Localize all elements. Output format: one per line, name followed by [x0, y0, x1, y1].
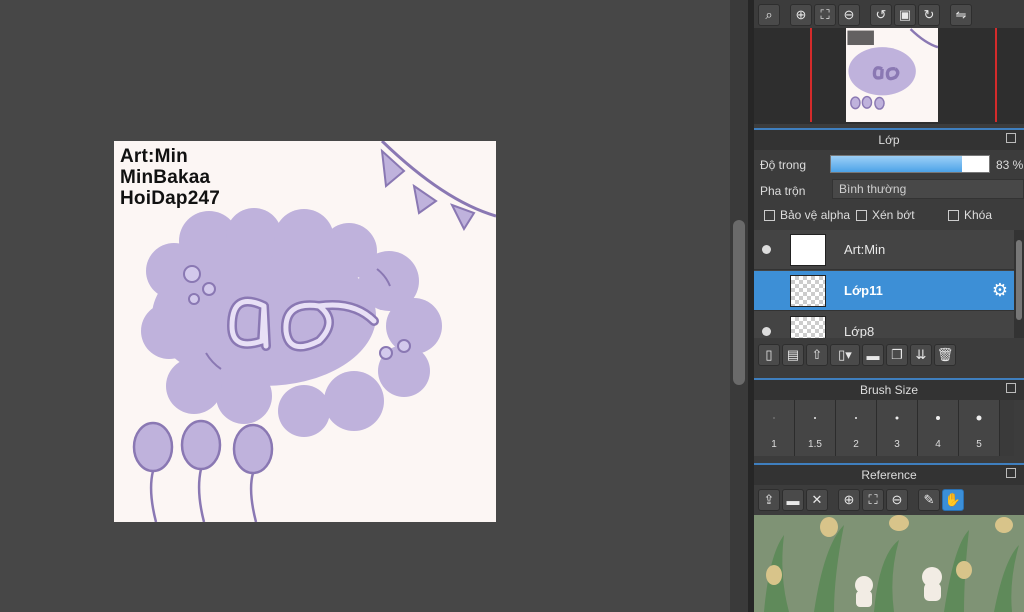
scrollbar-thumb[interactable] [1016, 240, 1022, 320]
reference-panel-title: Reference [861, 468, 917, 482]
layer-thumbnail [790, 275, 826, 307]
eyedropper-icon[interactable]: ✎ [918, 489, 940, 511]
layer-item-selected[interactable]: Lớp11 ⚙ [754, 271, 1014, 311]
layer-panel-title: Lớp [878, 133, 900, 147]
zoom-in-icon[interactable]: ⊕ [838, 489, 860, 511]
art-credit-line-1: Art:Min [120, 146, 188, 167]
visibility-icon[interactable] [762, 245, 771, 254]
checkbox-label: Xén bớt [872, 208, 915, 222]
right-panel: ⌕ ⊕ ⛶ ⊖ ↺ ▣ ↻ ⇋ Lớp Độ trong 83 % Pha tr [754, 0, 1024, 612]
brush-size-label: 3 [894, 439, 900, 450]
checkbox-label: Bảo vệ alpha [780, 208, 851, 222]
brush-size-cell[interactable]: 1.5 [795, 400, 836, 456]
brush-size-cell[interactable]: 4 [918, 400, 959, 456]
zoom-out-icon[interactable]: ⊖ [886, 489, 908, 511]
rotate-right-icon[interactable]: ↻ [918, 4, 940, 26]
layer-toolbar: ▯ ▤ ⇧ ▯▾ ▬ ❐ ⇊ 🗑 [754, 342, 1024, 368]
brush-size-label: 1.5 [808, 439, 822, 450]
layer-name: Lớp11 [844, 283, 883, 298]
gear-icon[interactable]: ⚙ [992, 280, 1008, 301]
blend-mode-select[interactable]: Bình thường [832, 179, 1024, 199]
zoom-fit-icon[interactable]: ⌕ [758, 4, 780, 26]
navigator-preview[interactable] [754, 28, 1024, 124]
reference-toolbar: ⇪ ▬ ✕ ⊕ ⛶ ⊖ ✎ ✋ [754, 487, 1024, 513]
new-layer-icon[interactable]: ▯ [758, 344, 780, 366]
close-icon[interactable]: ✕ [806, 489, 828, 511]
merge-layer-icon[interactable]: ⇊ [910, 344, 932, 366]
zoom-in-icon[interactable]: ⊕ [790, 4, 812, 26]
brush-size-label: 4 [935, 439, 941, 450]
art-credit-line-3: HoiDap247 [120, 188, 221, 209]
checkbox-label: Khóa [964, 208, 993, 222]
folder-icon[interactable]: ▬ [862, 344, 884, 366]
popout-icon[interactable] [1006, 468, 1016, 478]
new-layer-8bit-icon[interactable]: ▤ [782, 344, 804, 366]
checkbox-box[interactable] [856, 209, 867, 221]
brush-size-cell[interactable]: 3 [877, 400, 918, 456]
brush-size-label: 2 [853, 439, 859, 450]
layer-scrollbar[interactable] [1014, 230, 1024, 338]
layer-item[interactable]: Lớp8 [754, 312, 1014, 338]
navigator-thumbnail [846, 28, 938, 122]
popout-icon[interactable] [1006, 383, 1016, 393]
navigator-toolbar: ⌕ ⊕ ⛶ ⊖ ↺ ▣ ↻ ⇋ [754, 2, 1024, 28]
protect-alpha-checkbox[interactable]: Bảo vệ alpha [764, 208, 850, 222]
layer-thumbnail [790, 234, 826, 266]
flip-icon[interactable]: ⇋ [950, 4, 972, 26]
canvas-area[interactable]: Art:Min MinBakaa HoiDap247 [0, 0, 730, 612]
opacity-label: Độ trong [760, 158, 807, 172]
fit-window-icon[interactable]: ⛶ [862, 489, 884, 511]
brush-size-label: 5 [976, 439, 982, 450]
brush-size-cell[interactable]: 2 [836, 400, 877, 456]
brush-size-label: 1 [771, 439, 777, 450]
duplicate-layer-icon[interactable]: ❐ [886, 344, 908, 366]
view-boundary-left [810, 28, 812, 122]
brush-size-panel-title: Brush Size [859, 383, 919, 397]
brush-size-cell[interactable]: 5 [959, 400, 1000, 456]
popout-icon[interactable] [1006, 133, 1016, 143]
reference-image[interactable] [754, 515, 1024, 612]
fullscreen-icon[interactable]: ▣ [894, 4, 916, 26]
fit-window-icon[interactable]: ⛶ [814, 4, 836, 26]
layer-name: Lớp8 [844, 324, 875, 338]
layer-panel-header: Lớp [754, 128, 1024, 150]
upload-icon[interactable]: ⇪ [758, 489, 780, 511]
brush-size-cell[interactable]: 1 [754, 400, 795, 456]
brush-size-panel-header: Brush Size [754, 378, 1024, 400]
add-layer-dropdown-icon[interactable]: ▯▾ [830, 344, 860, 366]
import-layer-icon[interactable]: ⇧ [806, 344, 828, 366]
artwork-canvas[interactable]: Art:Min MinBakaa HoiDap247 [114, 141, 496, 522]
hand-icon[interactable]: ✋ [942, 489, 964, 511]
clipping-checkbox[interactable]: Xén bớt [856, 208, 915, 222]
reference-panel-header: Reference [754, 463, 1024, 485]
opacity-slider-fill [831, 156, 963, 172]
brush-size-grid: 1 1.5 2 3 4 5 [754, 400, 1014, 456]
view-boundary-right [995, 28, 997, 122]
lock-checkbox[interactable]: Khóa [948, 208, 992, 222]
opacity-value: 83 % [996, 158, 1024, 172]
scrollbar-thumb[interactable] [733, 220, 745, 385]
zoom-out-icon[interactable]: ⊖ [838, 4, 860, 26]
visibility-icon[interactable] [762, 327, 771, 336]
delete-layer-icon[interactable]: 🗑 [934, 344, 956, 366]
canvas-vertical-scrollbar[interactable] [730, 0, 748, 612]
layer-name: Art:Min [844, 242, 886, 257]
open-folder-icon[interactable]: ▬ [782, 489, 804, 511]
layer-list: Art:Min Lớp11 ⚙ Lớp8 [754, 230, 1014, 338]
blend-mode-label: Pha trộn [760, 184, 806, 198]
checkbox-box[interactable] [948, 209, 959, 221]
art-credit-line-2: MinBakaa [120, 167, 211, 188]
layer-thumbnail [790, 316, 826, 338]
layer-item[interactable]: Art:Min [754, 230, 1014, 270]
rotate-left-icon[interactable]: ↺ [870, 4, 892, 26]
checkbox-box[interactable] [764, 209, 775, 221]
opacity-slider[interactable] [830, 155, 990, 173]
